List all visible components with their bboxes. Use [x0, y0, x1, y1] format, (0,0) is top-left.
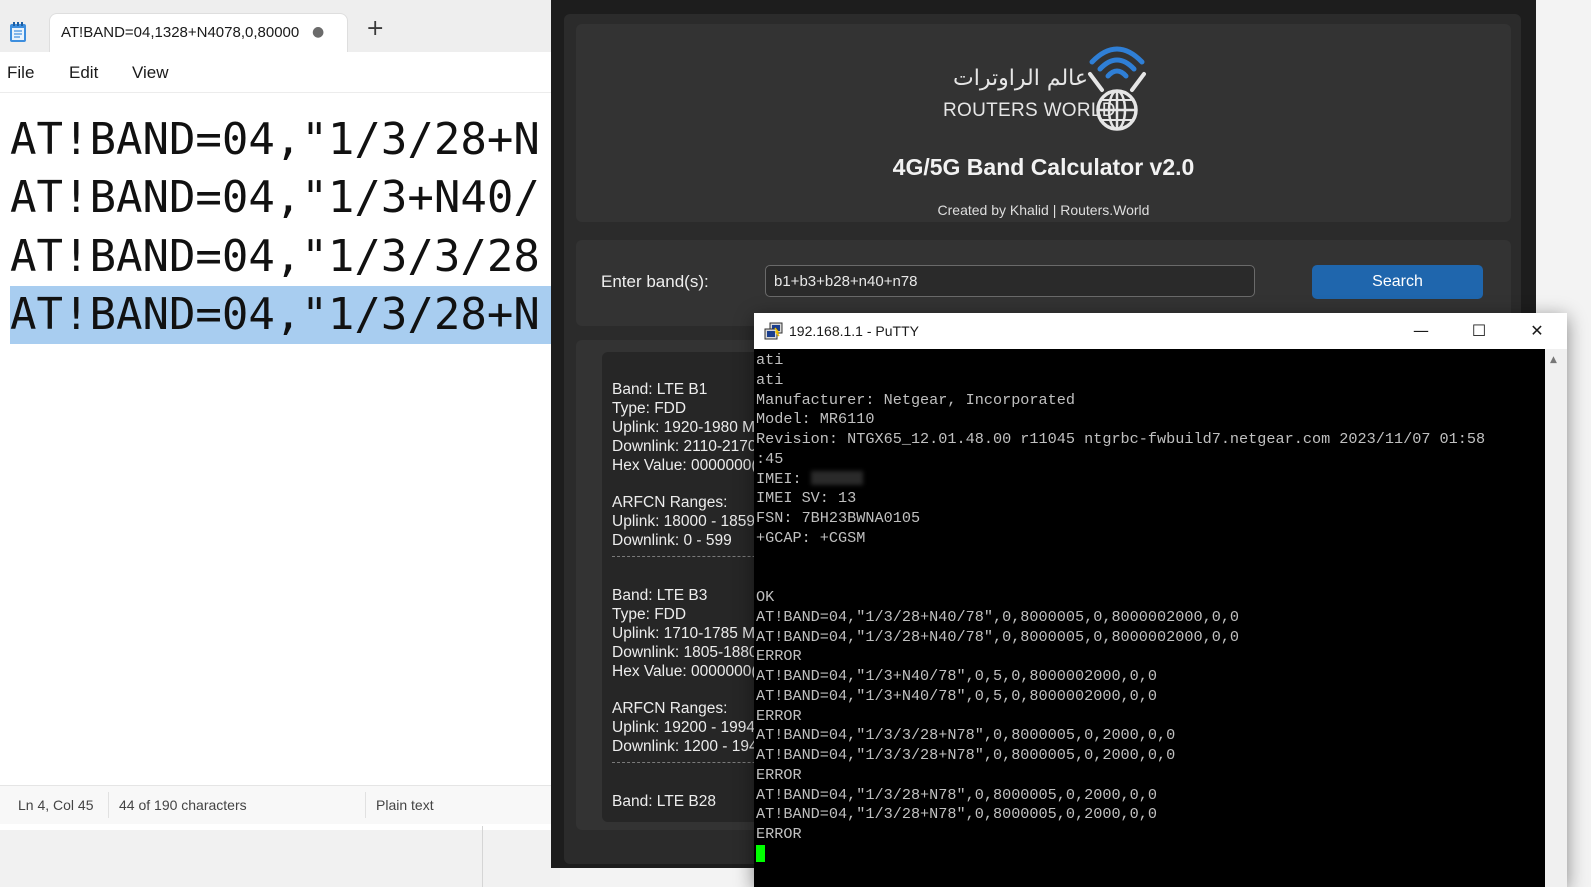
- notepad-status-bar: Ln 4, Col 45 44 of 190 characters Plain …: [0, 785, 560, 824]
- file-type: Plain text: [376, 797, 434, 813]
- terminal-line: Revision: NTGX65_12.01.48.00 r11045 ntgr…: [756, 430, 1486, 448]
- cursor-position: Ln 4, Col 45: [18, 797, 94, 813]
- terminal-line: Model: MR6110: [756, 410, 875, 429]
- notepad-tab-bar: AT!BAND=04,1328+N4078,0,80000 ● +: [0, 0, 560, 52]
- terminal-line: Manufacturer: Netgear, Incorporated: [756, 390, 1075, 409]
- terminal-line-imei: IMEI:: [756, 470, 1485, 490]
- maximize-button[interactable]: ☐: [1450, 313, 1508, 349]
- band-input[interactable]: [765, 265, 1255, 297]
- terminal-line: AT!BAND=04,"1/3/28+N78",0,8000005,0,2000…: [756, 805, 1158, 824]
- notepad-tab-title: AT!BAND=04,1328+N4078,0,80000: [61, 24, 300, 41]
- band-input-label: Enter band(s):: [601, 272, 709, 291]
- notepad-tab[interactable]: AT!BAND=04,1328+N4078,0,80000 ●: [49, 13, 348, 52]
- wifi-globe-icon: [1088, 46, 1146, 131]
- notepad-app-icon[interactable]: [9, 21, 27, 43]
- notepad-window: AT!BAND=04,1328+N4078,0,80000 ● + File E…: [0, 0, 560, 831]
- background-divider: [482, 826, 483, 887]
- band-name: Band: LTE B28: [612, 793, 716, 810]
- terminal-line: AT!BAND=04,"1/3+N40/78",0,5,0,8000002000…: [756, 667, 1158, 685]
- putty-app-icon: [764, 322, 783, 340]
- terminal-output: ati ati Manufacturer: Netgear, Incorpora…: [756, 351, 1485, 865]
- terminal-line: AT!BAND=04,"1/3/28+N40/78",0,8000005,0,8…: [756, 607, 1240, 626]
- terminal-line: IMEI SV: 13: [756, 489, 857, 508]
- terminal-line: AT!BAND=04,"1/3/28+N78",0,8000005,0,2000…: [756, 785, 1158, 804]
- terminal-line: AT!BAND=04,"1/3/3/28+N78",0,8000005,0,20…: [756, 746, 1176, 764]
- terminal-screen[interactable]: ati ati Manufacturer: Netgear, Incorpora…: [754, 349, 1545, 887]
- terminal-line: +GCAP: +CGSM: [756, 528, 866, 547]
- putty-title: 192.168.1.1 - PuTTY: [789, 323, 919, 339]
- terminal-cursor: [756, 845, 765, 863]
- calculator-credit: Created by Khalid | Routers.World: [937, 202, 1150, 218]
- unsaved-dot-icon[interactable]: ●: [312, 24, 324, 40]
- band-result-b28: Band: LTE B28: [612, 792, 716, 811]
- putty-title-bar[interactable]: 192.168.1.1 - PuTTY — ☐ ✕: [754, 313, 1567, 349]
- terminal-line: ati: [756, 351, 784, 369]
- terminal-line: ERROR: [756, 706, 802, 725]
- terminal-line: AT!BAND=04,"1/3+N40/78",0,5,0,8000002000…: [756, 686, 1158, 705]
- notepad-menu-bar: File Edit View: [0, 52, 560, 93]
- text-line-3: AT!BAND=04,"1/3/3/28: [10, 231, 540, 282]
- terminal-line: ati: [756, 370, 784, 389]
- search-button[interactable]: Search: [1312, 265, 1483, 299]
- menu-file[interactable]: File: [7, 63, 34, 83]
- text-line-2: AT!BAND=04,"1/3+N40/: [10, 172, 540, 223]
- putty-window: 192.168.1.1 - PuTTY — ☐ ✕ ati ati Manufa…: [754, 313, 1567, 887]
- close-button[interactable]: ✕: [1508, 313, 1566, 349]
- routers-world-logo: عالم الراوترات ROUTERS WORLD: [943, 40, 1153, 140]
- terminal-line: AT!BAND=04,"1/3/3/28+N78",0,8000005,0,20…: [756, 726, 1176, 745]
- status-divider: [365, 792, 366, 818]
- terminal-line: FSN: 7BH23BWNA0105: [756, 509, 921, 527]
- logo-arabic-text: عالم الراوترات: [953, 66, 1088, 91]
- terminal-line: AT!BAND=04,"1/3/28+N40/78",0,8000005,0,8…: [756, 627, 1240, 646]
- calculator-header: عالم الراوترات ROUTERS WORLD 4G/5G Band: [576, 24, 1511, 222]
- text-line-4-selected: AT!BAND=04,"1/3/28+N: [10, 286, 560, 344]
- status-divider: [108, 792, 109, 818]
- minimize-button[interactable]: —: [1392, 313, 1450, 349]
- calculator-title: 4G/5G Band Calculator v2.0: [892, 154, 1195, 180]
- text-line-1: AT!BAND=04,"1/3/28+N: [10, 114, 540, 165]
- imei-label: IMEI:: [756, 469, 811, 488]
- new-tab-button[interactable]: +: [366, 18, 384, 40]
- scroll-up-icon[interactable]: ▲: [1550, 355, 1557, 365]
- menu-view[interactable]: View: [132, 63, 169, 83]
- character-count: 44 of 190 characters: [119, 797, 247, 813]
- terminal-line: ERROR: [756, 647, 802, 666]
- terminal-scrollbar[interactable]: ▲: [1545, 349, 1567, 887]
- terminal-line: :45: [756, 449, 784, 468]
- notepad-text-area[interactable]: AT!BAND=04,"1/3/28+N AT!BAND=04,"1/3+N40…: [0, 92, 560, 782]
- terminal-line: ERROR: [756, 765, 802, 784]
- redacted-imei: [810, 471, 863, 486]
- terminal-line: ERROR: [756, 825, 802, 843]
- terminal-prompt-line: [756, 845, 1485, 865]
- background-strip: [0, 830, 560, 887]
- terminal-line: OK: [756, 588, 775, 606]
- menu-edit[interactable]: Edit: [69, 63, 98, 83]
